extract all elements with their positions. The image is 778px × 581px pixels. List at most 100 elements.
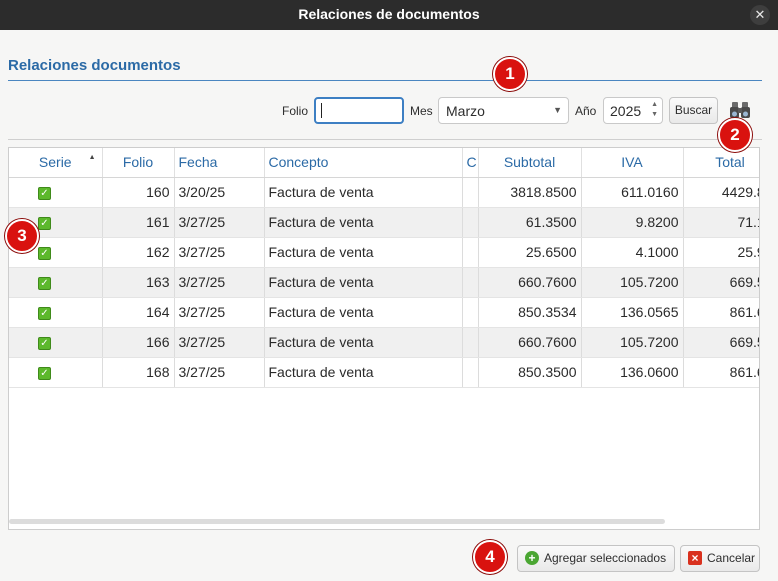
buscar-button[interactable]: Buscar <box>669 97 718 124</box>
subtotal-cell: 61.3500 <box>478 207 582 238</box>
text-caret <box>321 103 322 118</box>
folio-cell: 162 <box>102 237 175 268</box>
column-header-total[interactable]: Total <box>683 148 759 178</box>
mes-value: Marzo <box>446 103 485 119</box>
row-checkbox[interactable]: ✓ <box>38 186 51 200</box>
total-cell: 861.69 <box>683 297 759 328</box>
table-row[interactable]: ✓ 164 3/27/25 Factura de venta 850.3534 … <box>9 297 759 328</box>
concepto-cell: Factura de venta <box>264 297 463 328</box>
row-select-cell: ✓ <box>9 327 103 358</box>
table-row[interactable]: ✓ 161 3/27/25 Factura de venta 61.3500 9… <box>9 207 759 238</box>
subtotal-cell: 660.7600 <box>478 327 582 358</box>
heading-divider <box>8 80 762 81</box>
toolbar-divider <box>8 139 762 140</box>
subtotal-cell: 660.7600 <box>478 267 582 298</box>
folio-cell: 168 <box>102 357 175 388</box>
total-cell: 669.56 <box>683 327 759 358</box>
mes-label: Mes <box>410 104 433 118</box>
total-cell: 71.17 <box>683 207 759 238</box>
c-cell <box>462 357 479 388</box>
row-checkbox[interactable]: ✓ <box>38 366 51 380</box>
row-checkbox[interactable]: ✓ <box>38 276 51 290</box>
c-cell <box>462 207 479 238</box>
folio-cell: 161 <box>102 207 175 238</box>
concepto-cell: Factura de venta <box>264 327 463 358</box>
plus-circle-icon: + <box>525 551 539 565</box>
close-icon[interactable]: ✕ <box>750 5 770 25</box>
callout-marker: 3 <box>5 219 39 253</box>
iva-cell: 105.7200 <box>581 327 684 358</box>
callout-marker: 1 <box>493 57 527 91</box>
add-selected-button[interactable]: + Agregar seleccionados <box>517 545 675 572</box>
row-select-cell: ✓ <box>9 267 103 298</box>
row-checkbox[interactable]: ✓ <box>38 216 51 230</box>
concepto-cell: Factura de venta <box>264 207 463 238</box>
column-header-iva[interactable]: IVA <box>581 148 684 178</box>
folio-label: Folio <box>282 104 309 118</box>
cancel-button[interactable]: × Cancelar <box>680 545 760 572</box>
total-cell: 669.56 <box>683 267 759 298</box>
total-cell: 25.98 <box>683 237 759 268</box>
subtotal-cell: 25.6500 <box>478 237 582 268</box>
c-cell <box>462 177 479 208</box>
callout-marker: 4 <box>473 540 507 574</box>
folio-cell: 166 <box>102 327 175 358</box>
concepto-cell: Factura de venta <box>264 357 463 388</box>
row-checkbox[interactable]: ✓ <box>38 306 51 320</box>
fecha-cell: 3/27/25 <box>174 267 265 298</box>
anio-value: 2025 <box>610 103 642 119</box>
folio-cell: 163 <box>102 267 175 298</box>
total-cell: 4429.86 <box>683 177 759 208</box>
folio-input[interactable] <box>314 97 404 124</box>
iva-cell: 4.1000 <box>581 237 684 268</box>
callout-marker: 2 <box>718 118 752 152</box>
table-row[interactable]: ✓ 162 3/27/25 Factura de venta 25.6500 4… <box>9 237 759 268</box>
section-heading: Relaciones documentos <box>8 57 181 74</box>
iva-cell: 9.8200 <box>581 207 684 238</box>
fecha-cell: 3/27/25 <box>174 237 265 268</box>
subtotal-cell: 3818.8500 <box>478 177 582 208</box>
table-row[interactable]: ✓ 163 3/27/25 Factura de venta 660.7600 … <box>9 267 759 298</box>
fecha-cell: 3/20/25 <box>174 177 265 208</box>
row-select-cell: ✓ <box>9 357 103 388</box>
chevron-down-icon: ▼ <box>553 105 562 115</box>
window-title: Relaciones de documentos <box>298 6 480 22</box>
fecha-cell: 3/27/25 <box>174 297 265 328</box>
mes-select[interactable]: Marzo ▼ <box>438 97 569 124</box>
concepto-cell: Factura de venta <box>264 237 463 268</box>
binoculars-icon[interactable] <box>729 100 751 120</box>
concepto-cell: Factura de venta <box>264 177 463 208</box>
fecha-cell: 3/27/25 <box>174 207 265 238</box>
add-selected-label: Agregar seleccionados <box>544 551 667 565</box>
row-select-cell: ✓ <box>9 177 103 208</box>
cancel-x-icon: × <box>688 551 702 565</box>
spinner-arrows-icon[interactable]: ▲ ▼ <box>651 100 658 120</box>
anio-spinner[interactable]: 2025 ▲ ▼ <box>603 97 663 124</box>
table-row[interactable]: ✓ 160 3/20/25 Factura de venta 3818.8500… <box>9 177 759 208</box>
row-checkbox[interactable]: ✓ <box>38 336 51 350</box>
table-row[interactable]: ✓ 166 3/27/25 Factura de venta 660.7600 … <box>9 327 759 358</box>
cancel-label: Cancelar <box>707 551 756 565</box>
c-cell <box>462 267 479 298</box>
iva-cell: 105.7200 <box>581 267 684 298</box>
row-select-cell: ✓ <box>9 297 103 328</box>
folio-cell: 160 <box>102 177 175 208</box>
iva-cell: 611.0160 <box>581 177 684 208</box>
column-header-fecha[interactable]: Fecha <box>174 148 265 178</box>
table-row[interactable]: ✓ 168 3/27/25 Factura de venta 850.3500 … <box>9 357 759 388</box>
subtotal-cell: 850.3534 <box>478 297 582 328</box>
c-cell <box>462 237 479 268</box>
column-header-serie[interactable]: Serie ▲ <box>9 148 103 178</box>
anio-label: Año <box>575 104 597 118</box>
c-cell <box>462 327 479 358</box>
column-header-folio[interactable]: Folio <box>102 148 175 178</box>
sort-ascending-icon: ▲ <box>88 154 96 161</box>
documents-grid[interactable]: Serie ▲ Folio Fecha Concepto C Subtotal I… <box>8 147 760 530</box>
column-header-concepto[interactable]: Concepto <box>264 148 463 178</box>
row-checkbox[interactable]: ✓ <box>38 246 51 260</box>
column-header-subtotal[interactable]: Subtotal <box>478 148 582 178</box>
grid-header-row: Serie ▲ Folio Fecha Concepto C Subtotal I… <box>9 148 759 178</box>
horizontal-scrollbar[interactable] <box>9 519 665 524</box>
column-header-c[interactable]: C <box>462 148 479 178</box>
concepto-cell: Factura de venta <box>264 267 463 298</box>
